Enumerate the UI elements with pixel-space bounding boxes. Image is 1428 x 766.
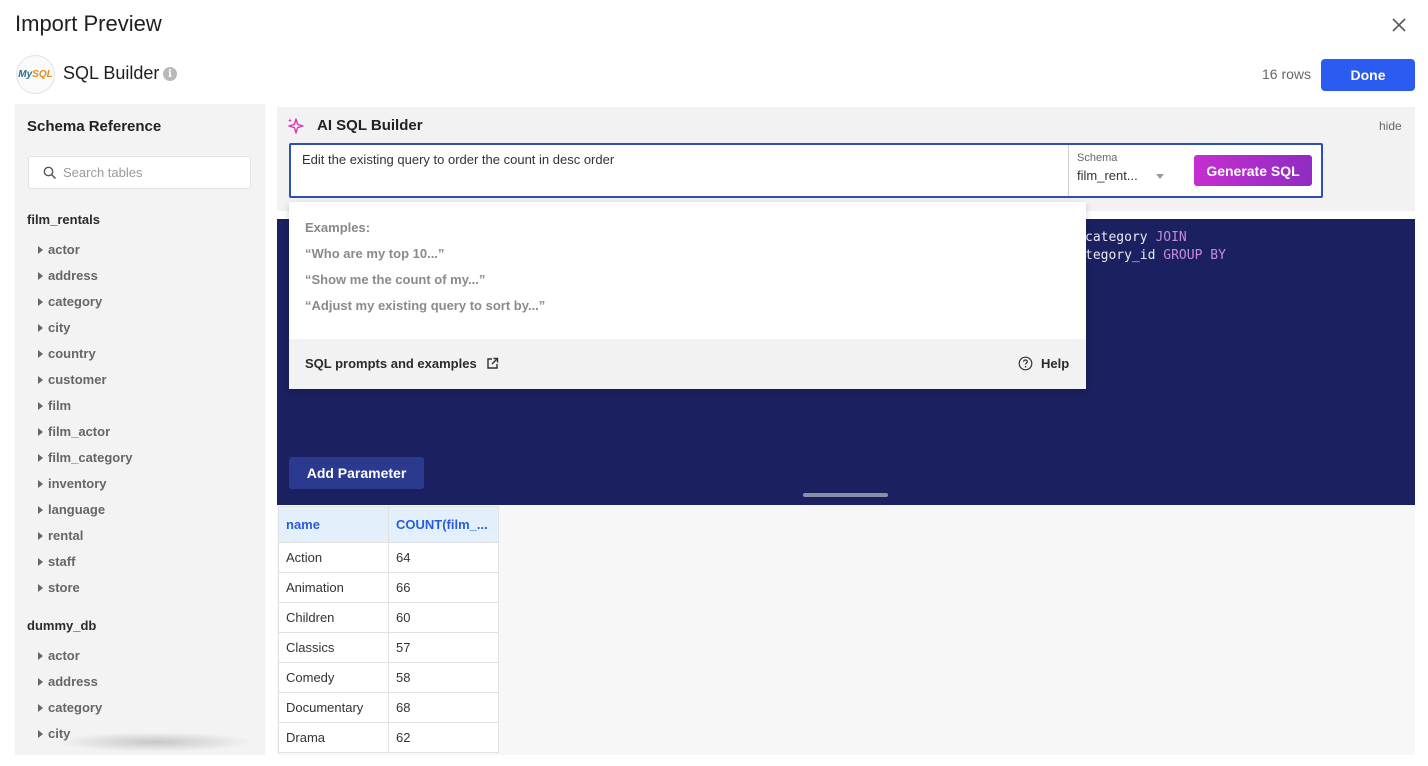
cell: Action [278,542,389,573]
caret-right-icon [38,427,43,436]
caret-right-icon [38,557,43,566]
caret-right-icon [38,349,43,358]
dropdown-footer: SQL prompts and examples Help [289,339,1086,389]
examples-dropdown: Examples: “Who are my top 10...” “Show m… [289,202,1086,389]
caret-right-icon [38,401,43,410]
help-icon [1018,356,1033,371]
cell: 64 [388,542,499,573]
examples-heading: Examples: [305,220,371,235]
chevron-down-icon[interactable] [1156,174,1164,179]
table-item[interactable]: film [38,398,71,413]
cell: Animation [278,572,389,603]
cell: 62 [388,722,499,753]
table-row: Classics 57 [278,632,499,663]
table-item[interactable]: category [38,294,102,309]
schema-reference-sidebar: Schema Reference film_rentals actor addr… [15,104,265,755]
table-row: Documentary 68 [278,692,499,723]
cell: 60 [388,602,499,633]
ai-builder-title: AI SQL Builder [317,117,423,134]
table-item[interactable]: category [38,700,102,715]
table-row: Action 64 [278,542,499,573]
cell: Children [278,602,389,633]
info-icon[interactable]: i [163,67,177,81]
sql-prompts-link[interactable]: SQL prompts and examples [305,356,499,371]
caret-right-icon [38,651,43,660]
schema-label: Schema [1077,152,1118,164]
import-preview-dialog: Import Preview MySQL SQL Builder i 16 ro… [0,0,1428,766]
caret-right-icon [38,583,43,592]
caret-right-icon [38,453,43,462]
search-icon [43,166,57,179]
caret-right-icon [38,375,43,384]
caret-right-icon [38,245,43,254]
table-row: Children 60 [278,602,499,633]
table-item[interactable]: country [38,346,96,361]
caret-right-icon [38,271,43,280]
example-item[interactable]: “Show me the count of my...” [305,272,485,287]
caret-right-icon [38,531,43,540]
column-header-name[interactable]: name [278,506,389,543]
scroll-fade [55,732,255,752]
caret-right-icon [38,505,43,514]
table-row: Drama 62 [278,722,499,753]
add-parameter-button[interactable]: Add Parameter [289,457,424,489]
database-dummy-db[interactable]: dummy_db [27,618,96,633]
table-row: Comedy 58 [278,662,499,693]
caret-right-icon [38,729,43,738]
sidebar-title: Schema Reference [27,118,162,135]
table-item[interactable]: language [38,502,105,517]
divider [1068,145,1069,196]
column-header-count[interactable]: COUNT(film_... [388,506,499,543]
results-table: name COUNT(film_... Action 64 Animation 66… [278,506,499,753]
table-item[interactable]: customer [38,372,107,387]
example-item[interactable]: “Adjust my existing query to sort by...” [305,298,545,313]
builder-title: SQL Builder [63,63,160,83]
cell: 58 [388,662,499,693]
cell: 66 [388,572,499,603]
prompt-input[interactable] [302,152,1062,167]
schema-select[interactable]: film_rent... [1077,168,1138,183]
external-link-icon [487,357,498,369]
caret-right-icon [38,703,43,712]
dialog-title: Import Preview [15,11,162,36]
table-item[interactable]: inventory [38,476,107,491]
caret-right-icon [38,323,43,332]
table-item[interactable]: actor [38,648,80,663]
example-item[interactable]: “Who are my top 10...” [305,246,444,261]
help-link[interactable]: Help [1018,356,1069,371]
cell: 68 [388,692,499,723]
table-item[interactable]: city [38,320,70,335]
table-item[interactable]: actor [38,242,80,257]
caret-right-icon [38,677,43,686]
table-item[interactable]: film_category [38,450,133,465]
code-line: tegory_id GROUP BY [1085,248,1226,263]
cell: Comedy [278,662,389,693]
caret-right-icon [38,297,43,306]
cell: Drama [278,722,389,753]
done-button[interactable]: Done [1321,59,1415,91]
search-tables-field[interactable] [28,156,251,189]
search-input[interactable] [63,165,243,180]
cell: 57 [388,632,499,663]
row-count: 16 rows [1262,66,1312,82]
table-row: Animation 66 [278,572,499,603]
table-item[interactable]: staff [38,554,75,569]
mysql-logo: MySQL [16,55,55,94]
table-item[interactable]: rental [38,528,83,543]
code-line: category JOIN [1085,230,1187,245]
table-item[interactable]: address [38,268,98,283]
hide-link[interactable]: hide [1379,119,1402,133]
table-item[interactable]: film_actor [38,424,110,439]
generate-sql-button[interactable]: Generate SQL [1194,155,1312,186]
resize-handle[interactable] [803,493,888,497]
table-item[interactable]: store [38,580,80,595]
close-icon[interactable] [1388,14,1410,36]
sparkle-icon [288,118,304,134]
cell: Documentary [278,692,389,723]
table-item[interactable]: address [38,674,98,689]
database-film-rentals[interactable]: film_rentals [27,212,100,227]
caret-right-icon [38,479,43,488]
cell: Classics [278,632,389,663]
